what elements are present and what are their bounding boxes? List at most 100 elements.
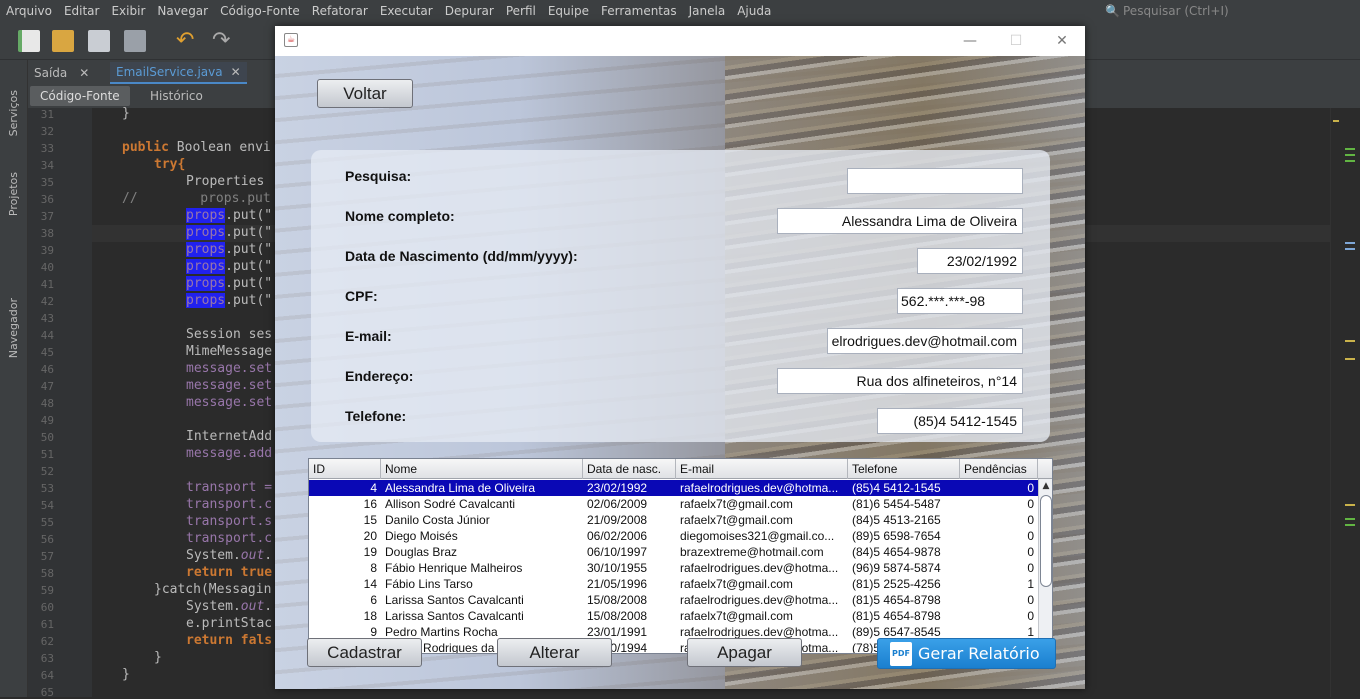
change-marker[interactable] <box>1345 148 1355 150</box>
line-number-gutter: 31 32 33 34 35 36 37 38 39 40 41 42 43 4… <box>28 108 92 699</box>
redo-icon[interactable]: ↷ <box>212 30 234 52</box>
menu-janela[interactable]: Janela <box>683 4 732 18</box>
search-placeholder: Pesquisar (Ctrl+I) <box>1123 4 1229 18</box>
table-cell: Alessandra Lima de Oliveira <box>385 481 536 495</box>
menu-navegar[interactable]: Navegar <box>151 4 214 18</box>
name-field[interactable]: Alessandra Lima de Oliveira <box>777 208 1023 234</box>
navigator-tab[interactable]: Navegador <box>7 298 20 358</box>
clients-table[interactable]: ID Nome Data de nasc. E-mail Telefone Pe… <box>308 458 1053 654</box>
code-line: Session ses <box>186 327 273 342</box>
change-marker[interactable] <box>1345 340 1355 342</box>
editor-scrollbar[interactable] <box>1330 108 1360 697</box>
minimize-icon[interactable]: — <box>955 30 985 52</box>
table-cell: 16 <box>363 497 377 511</box>
menu-editar[interactable]: Editar <box>58 4 106 18</box>
change-marker[interactable] <box>1345 154 1355 156</box>
left-tool-rail: Serviços Projetos Navegador <box>0 60 28 697</box>
edit-button[interactable]: Alterar <box>497 638 612 667</box>
generate-report-button[interactable]: PDF Gerar Relatório <box>877 638 1056 669</box>
column-header[interactable]: Telefone <box>848 459 960 479</box>
line-number: 42 <box>40 295 54 308</box>
table-row[interactable]: 19 Douglas Braz 06/10/1997 brazextreme@hotm… <box>309 544 1039 560</box>
menu-depurar[interactable]: Depurar <box>439 4 500 18</box>
scroll-up-icon[interactable]: ▲ <box>1039 479 1052 493</box>
delete-button[interactable]: Apagar <box>687 638 802 667</box>
table-cell: Douglas Braz <box>385 545 458 559</box>
table-cell: rafaelrodrigues.dev@hotma... <box>680 481 839 495</box>
maximize-icon[interactable]: ☐ <box>1001 30 1031 52</box>
line-number: 36 <box>40 193 54 206</box>
line-number: 50 <box>40 431 54 444</box>
column-header[interactable]: ID <box>309 459 381 479</box>
menu-arquivo[interactable]: Arquivo <box>0 4 58 18</box>
dialog-title-bar[interactable]: ☕ — ☐ ✕ <box>275 26 1085 56</box>
create-button[interactable]: Cadastrar <box>307 638 422 667</box>
change-marker[interactable] <box>1345 358 1355 360</box>
phone-field[interactable]: (85)4 5412-1545 <box>877 408 1023 434</box>
change-marker[interactable] <box>1345 524 1355 526</box>
change-marker[interactable] <box>1345 518 1355 520</box>
address-field[interactable]: Rua dos alfineteiros, n°14 <box>777 368 1023 394</box>
column-header[interactable]: Data de nasc. <box>583 459 676 479</box>
column-header[interactable]: Pendências <box>960 459 1038 479</box>
menu-perfil[interactable]: Perfil <box>500 4 542 18</box>
new-project-icon[interactable] <box>52 30 74 52</box>
table-row[interactable]: 15 Danilo Costa Júnior 21/09/2008 rafaelx7t… <box>309 512 1039 528</box>
undo-icon[interactable]: ↶ <box>176 30 198 52</box>
new-file-icon[interactable] <box>18 30 40 52</box>
table-cell: 15/08/2008 <box>587 593 648 607</box>
ide-search[interactable]: 🔍 Pesquisar (Ctrl+I) <box>1105 2 1355 20</box>
change-marker[interactable] <box>1345 242 1355 244</box>
table-scrollbar[interactable]: ▲ ▼ <box>1038 479 1052 653</box>
menu-exibir[interactable]: Exibir <box>105 4 151 18</box>
close-icon[interactable]: ✕ <box>79 66 89 80</box>
table-row[interactable]: 8 Fábio Henrique Malheiros 30/10/1955 rafae… <box>309 560 1039 576</box>
table-row-selected[interactable]: 4 Alessandra Lima de Oliveira 23/02/1992 ra… <box>309 480 1039 496</box>
line-number: 41 <box>40 278 54 291</box>
menu-executar[interactable]: Executar <box>374 4 439 18</box>
open-project-icon[interactable] <box>88 30 110 52</box>
warning-marker[interactable] <box>1333 120 1339 122</box>
change-marker[interactable] <box>1345 160 1355 162</box>
table-row[interactable]: 18 Larissa Santos Cavalcanti 15/08/2008 raf… <box>309 608 1039 624</box>
table-row[interactable]: 14 Fábio Lins Tarso 21/05/1996 rafaelx7t@gm… <box>309 576 1039 592</box>
column-header[interactable]: Nome <box>381 459 583 479</box>
table-cell: Larissa Santos Cavalcanti <box>385 609 524 623</box>
cpf-field[interactable]: 562.***.***-98 <box>897 288 1023 314</box>
tab-history[interactable]: Histórico <box>140 86 213 106</box>
pdf-icon: PDF <box>890 641 912 666</box>
tab-emailservice[interactable]: EmailService.java ✕ <box>110 62 247 84</box>
services-tab[interactable]: Serviços <box>7 90 20 136</box>
change-marker[interactable] <box>1345 504 1355 506</box>
birthdate-field[interactable]: 23/02/1992 <box>917 248 1023 274</box>
close-icon[interactable]: ✕ <box>231 65 241 79</box>
table-row[interactable]: 20 Diego Moisés 06/02/2006 diegomoises321@g… <box>309 528 1039 544</box>
menu-ferramentas[interactable]: Ferramentas <box>595 4 683 18</box>
table-row[interactable]: 16 Allison Sodré Cavalcanti 02/06/2009 rafa… <box>309 496 1039 512</box>
menu-refatorar[interactable]: Refatorar <box>306 4 374 18</box>
close-icon[interactable]: ✕ <box>1047 30 1077 52</box>
code-line: Properties <box>186 174 273 189</box>
menu-equipe[interactable]: Equipe <box>542 4 595 18</box>
menu-ajuda[interactable]: Ajuda <box>731 4 777 18</box>
dialog-body: Voltar Pesquisa: Nome completo: Alessand… <box>275 56 1085 689</box>
tab-output[interactable]: Saída ✕ <box>28 62 95 84</box>
change-marker[interactable] <box>1345 248 1355 250</box>
code-token: .put(" <box>225 293 273 308</box>
search-field[interactable] <box>847 168 1023 194</box>
table-cell: (89)5 6598-7654 <box>852 529 941 543</box>
projects-tab[interactable]: Projetos <box>7 172 20 216</box>
code-line: e.printStac <box>186 616 273 631</box>
tab-source[interactable]: Código-Fonte <box>30 86 130 106</box>
column-header[interactable]: E-mail <box>676 459 848 479</box>
back-button[interactable]: Voltar <box>317 79 413 108</box>
menu-codigo-fonte[interactable]: Código-Fonte <box>214 4 306 18</box>
line-number: 33 <box>40 142 54 155</box>
table-row[interactable]: 6 Larissa Santos Cavalcanti 15/08/2008 rafa… <box>309 592 1039 608</box>
table-cell: 1 <box>1027 577 1034 591</box>
scroll-thumb[interactable] <box>1040 495 1052 587</box>
email-field[interactable]: elrodrigues.dev@hotmail.com <box>827 328 1023 354</box>
table-cell: 6 <box>370 593 377 607</box>
save-all-icon[interactable] <box>124 30 146 52</box>
line-number: 39 <box>40 244 54 257</box>
